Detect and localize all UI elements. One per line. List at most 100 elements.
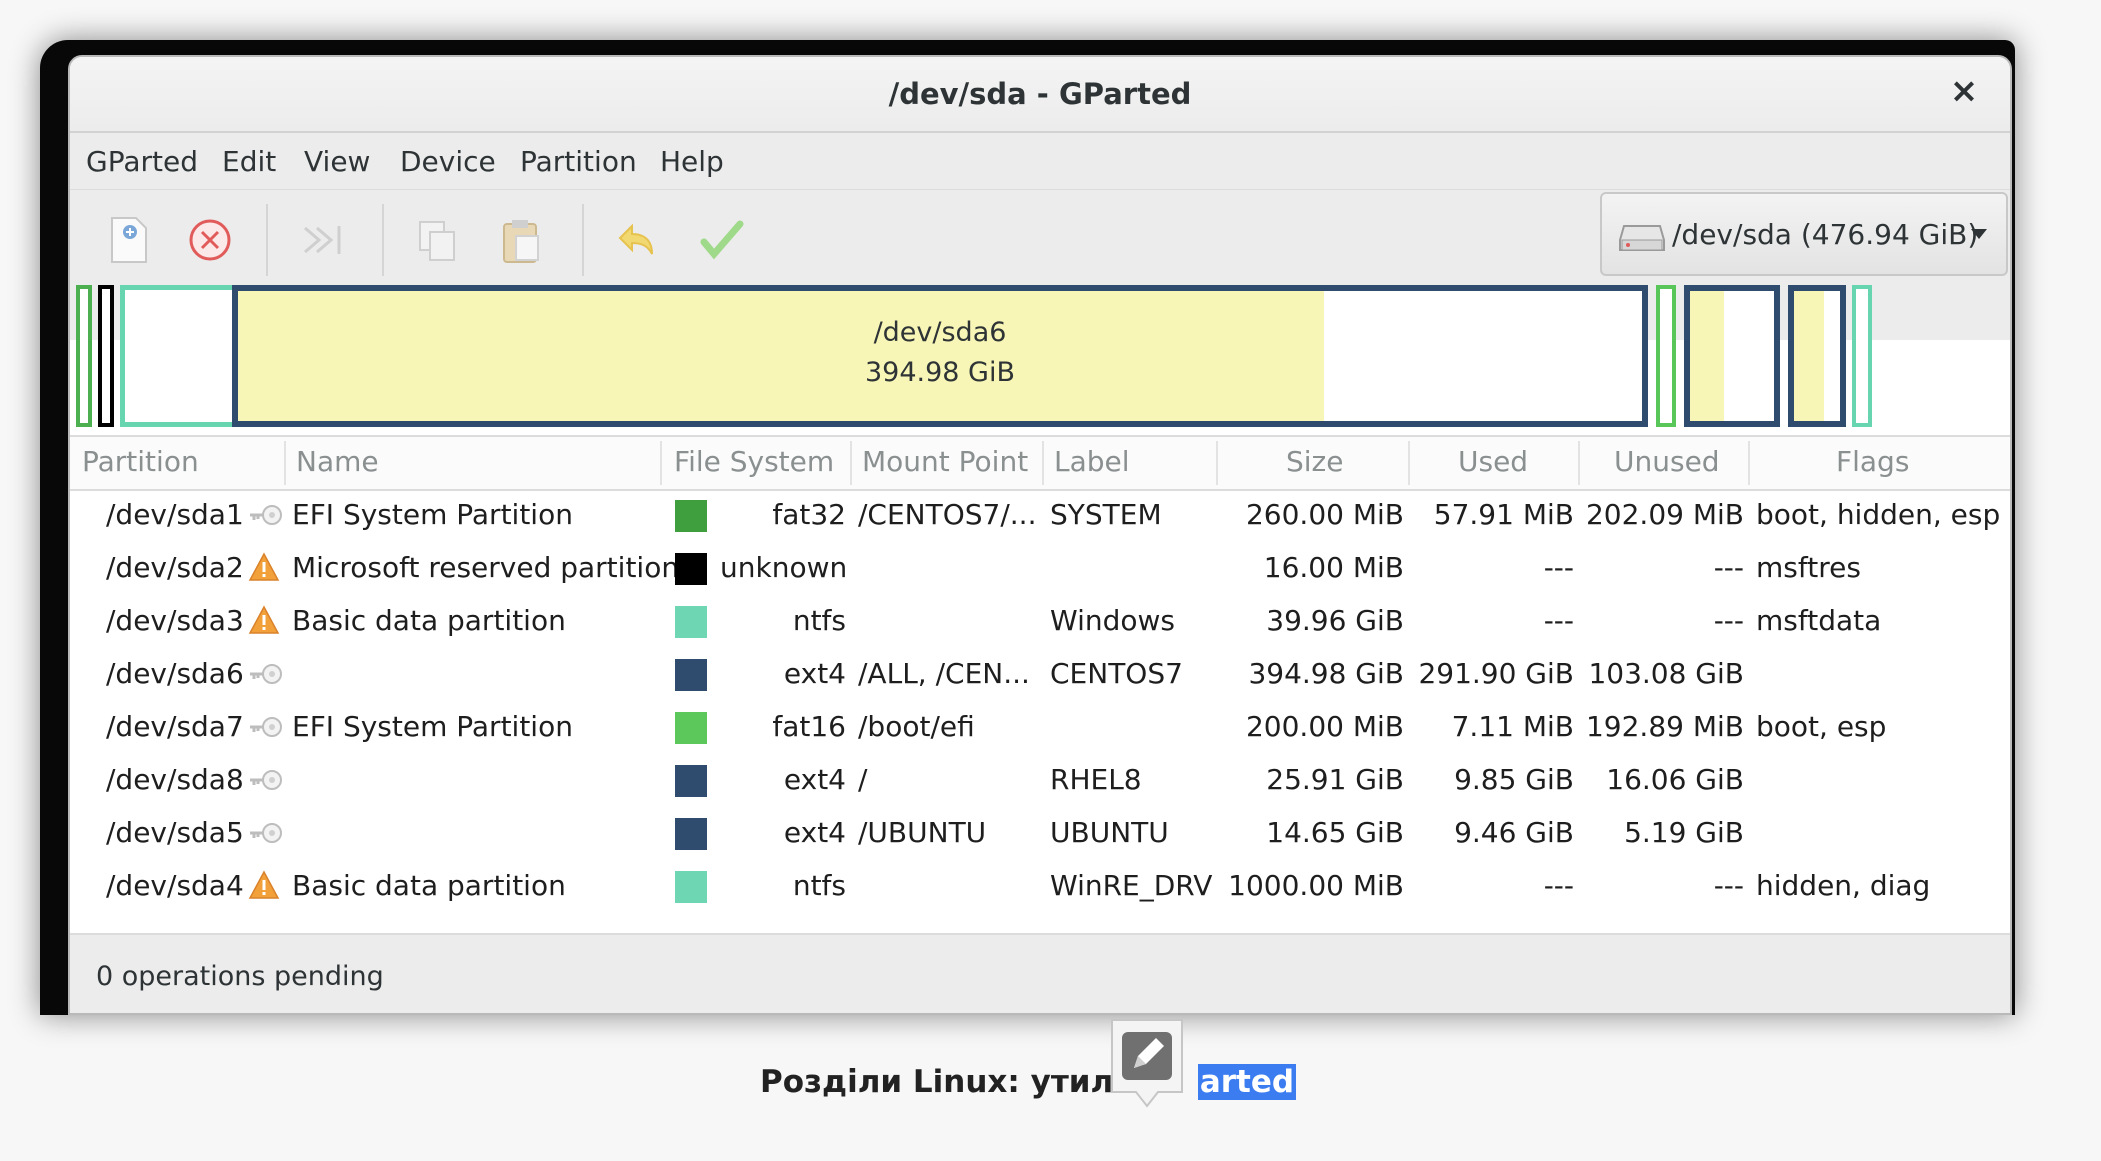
- graph-segment-sda8[interactable]: [1684, 285, 1780, 427]
- cell-used: 57.91 MiB: [1433, 498, 1574, 531]
- table-row[interactable]: /dev/sda1 EFI System Partition fat32/CENTO…: [70, 489, 2010, 542]
- graph-selected-name: /dev/sda6: [873, 317, 1007, 348]
- resize-move-button[interactable]: [295, 212, 351, 268]
- new-icon: [111, 217, 147, 263]
- table-row[interactable]: /dev/sda7 EFI System Partition fat16/boot/…: [70, 701, 2010, 754]
- graph-segment-sda2[interactable]: [98, 285, 114, 427]
- close-button[interactable]: ×: [1944, 71, 1984, 111]
- table-header: Partition Name File System Mount Point L…: [70, 435, 2010, 491]
- cell-used: 9.85 GiB: [1454, 763, 1574, 796]
- cell-filesystem: ntfs: [792, 604, 846, 637]
- toolbar-separator: [382, 204, 384, 276]
- graph-segment-sda4[interactable]: [1852, 285, 1872, 427]
- cell-flags: msftres: [1756, 551, 1861, 584]
- menu-gparted[interactable]: GParted: [86, 145, 198, 178]
- copy-button[interactable]: [410, 212, 466, 268]
- cell-size: 25.91 GiB: [1266, 763, 1404, 796]
- key-icon: [250, 823, 282, 843]
- title-bar[interactable]: /dev/sda - GParted ×: [70, 57, 2010, 133]
- col-header-filesystem[interactable]: File System: [674, 445, 834, 478]
- device-selector[interactable]: /dev/sda (476.94 GiB): [1600, 192, 2008, 276]
- table-row[interactable]: /dev/sda8 ext4 / RHEL8 25.91 GiB 9.85 GiB 16.0…: [70, 754, 2010, 807]
- edit-pencil-icon[interactable]: [1110, 1018, 1184, 1110]
- cell-partition: /dev/sda2: [106, 551, 244, 584]
- resize-move-icon: [304, 226, 341, 254]
- col-header-unused[interactable]: Unused: [1614, 445, 1720, 478]
- filesystem-color-swatch: [675, 818, 707, 850]
- cell-flags: boot, esp: [1756, 710, 1887, 743]
- col-header-mountpoint[interactable]: Mount Point: [862, 445, 1028, 478]
- column-separator: [1578, 441, 1580, 485]
- paste-button[interactable]: [494, 212, 550, 268]
- cell-flags: msftdata: [1756, 604, 1882, 637]
- col-header-flags[interactable]: Flags: [1836, 445, 1909, 478]
- delete-partition-button[interactable]: [182, 212, 238, 268]
- filesystem-color-swatch: [675, 871, 707, 903]
- cell-filesystem: fat32: [772, 498, 846, 531]
- menu-help[interactable]: Help: [660, 145, 724, 178]
- graph-segment-sda1[interactable]: [76, 285, 92, 427]
- column-separator: [1216, 441, 1218, 485]
- undo-button[interactable]: [610, 212, 666, 268]
- filesystem-color-swatch: [675, 553, 707, 585]
- column-separator: [850, 441, 852, 485]
- used-space-fill: [1794, 291, 1824, 421]
- toolbar-separator: [582, 204, 584, 276]
- cell-used: 9.46 GiB: [1454, 816, 1574, 849]
- cell-unused: 103.08 GiB: [1588, 657, 1744, 690]
- col-header-size[interactable]: Size: [1286, 445, 1343, 478]
- cell-flags: hidden, diag: [1756, 869, 1931, 902]
- graph-segment-sda6[interactable]: /dev/sda6 394.98 GiB: [232, 285, 1648, 427]
- cell-size: 39.96 GiB: [1266, 604, 1404, 637]
- toolbar-separator: [266, 204, 268, 276]
- cell-label: Windows: [1050, 604, 1175, 637]
- partition-graph: /dev/sda6 394.98 GiB: [76, 285, 2006, 427]
- col-header-name[interactable]: Name: [296, 445, 379, 478]
- table-row[interactable]: /dev/sda5 ext4/UBUNTU UBUNTU 14.65 GiB 9.46 …: [70, 807, 2010, 860]
- filesystem-color-swatch: [675, 765, 707, 797]
- apply-button[interactable]: [694, 212, 750, 268]
- menu-partition[interactable]: Partition: [520, 145, 637, 178]
- used-space-fill: [1690, 291, 1724, 421]
- menu-edit[interactable]: Edit: [222, 145, 276, 178]
- gparted-window: /dev/sda - GParted × GParted Edit View D…: [68, 55, 2012, 1015]
- caption-plain: Розділи Linux: утиліт: [760, 1064, 1142, 1100]
- table-row[interactable]: /dev/sda6 ext4/ALL, /CEN... CENTOS7 394.98 …: [70, 648, 2010, 701]
- key-icon: [250, 770, 282, 790]
- col-header-used[interactable]: Used: [1458, 445, 1528, 478]
- cell-mountpoint: /UBUNTU: [858, 816, 987, 849]
- cell-used: 291.90 GiB: [1418, 657, 1574, 690]
- col-header-label[interactable]: Label: [1054, 445, 1130, 478]
- cell-size: 16.00 MiB: [1263, 551, 1404, 584]
- table-row[interactable]: /dev/sda3 Basic data partition ntfs Windows…: [70, 595, 2010, 648]
- hard-drive-icon: [1619, 225, 1665, 251]
- cell-unused: 5.19 GiB: [1624, 816, 1744, 849]
- col-header-partition[interactable]: Partition: [82, 445, 199, 478]
- cell-filesystem: unknown: [720, 551, 848, 584]
- menu-bar: GParted Edit View Device Partition Help: [70, 133, 2010, 190]
- cell-name: Basic data partition: [292, 869, 566, 902]
- cell-filesystem: ntfs: [792, 869, 846, 902]
- cell-size: 14.65 GiB: [1266, 816, 1404, 849]
- table-row[interactable]: /dev/sda2 Microsoft reserved partition unk…: [70, 542, 2010, 595]
- filesystem-color-swatch: [675, 712, 707, 744]
- cell-name: Basic data partition: [292, 604, 566, 637]
- cell-filesystem: ext4: [783, 657, 846, 690]
- column-separator: [660, 441, 662, 485]
- cell-partition: /dev/sda3: [106, 604, 244, 637]
- table-row[interactable]: /dev/sda4 Basic data partition ntfs WinRE_D…: [70, 860, 2010, 913]
- cell-size: 200.00 MiB: [1245, 710, 1404, 743]
- new-partition-button[interactable]: [100, 212, 156, 268]
- column-separator: [1408, 441, 1410, 485]
- cell-size: 260.00 MiB: [1245, 498, 1404, 531]
- menu-device[interactable]: Device: [400, 145, 496, 178]
- menu-view[interactable]: View: [304, 145, 370, 178]
- cell-partition: /dev/sda6: [106, 657, 244, 690]
- graph-segment-sda7[interactable]: [1656, 285, 1676, 427]
- caption-selected-text: arted: [1197, 1064, 1297, 1100]
- cell-used: 7.11 MiB: [1451, 710, 1574, 743]
- graph-segment-sda5[interactable]: [1788, 285, 1846, 427]
- cell-unused: ---: [1713, 604, 1744, 637]
- copy-icon: [419, 221, 455, 261]
- key-icon: [250, 664, 282, 684]
